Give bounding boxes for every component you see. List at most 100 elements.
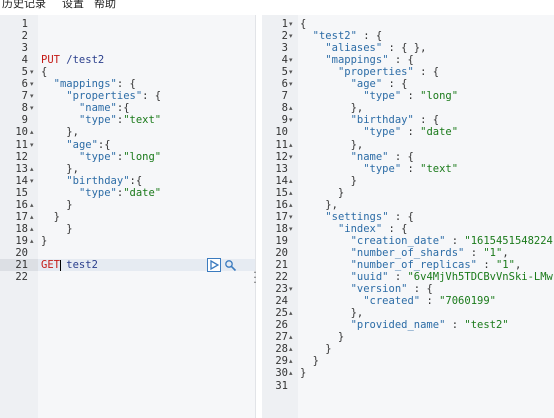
fold-collapse-icon[interactable]: ▾	[289, 151, 293, 163]
code-line[interactable]: "index" : {	[300, 223, 408, 235]
fold-expand-icon[interactable]: ▴	[30, 199, 34, 211]
fold-expand-icon[interactable]: ▴	[289, 355, 293, 367]
request-editor-pane[interactable]	[0, 15, 255, 418]
code-line[interactable]: {	[300, 18, 306, 30]
code-line[interactable]: "mappings": {	[41, 78, 136, 90]
code-line[interactable]: "type" : "date"	[300, 126, 458, 138]
code-line[interactable]: },	[300, 199, 338, 211]
fold-expand-icon[interactable]: ▴	[289, 343, 293, 355]
code-line[interactable]: "properties" : {	[300, 66, 439, 78]
code-token-str: "date"	[123, 186, 162, 199]
code-line[interactable]: }	[300, 367, 306, 379]
code-line[interactable]: "age":{	[41, 138, 111, 151]
code-line[interactable]: "test2" : {	[300, 30, 383, 42]
code-line[interactable]: "version" : {	[300, 283, 433, 295]
code-line[interactable]: },	[41, 163, 79, 175]
code-line[interactable]: "type":"text"	[41, 114, 161, 126]
fold-expand-icon[interactable]: ▴	[289, 199, 293, 211]
line-number: 4	[21, 54, 28, 67]
code-line[interactable]: "age" : {	[300, 78, 408, 91]
code-line[interactable]: "type" : "long"	[300, 90, 458, 102]
code-line[interactable]: "type":"date"	[41, 187, 161, 199]
fold-expand-icon[interactable]: ▴	[30, 211, 34, 223]
code-line[interactable]: "birthday" : {	[300, 114, 440, 126]
menu-history[interactable]: 历史记录	[2, 0, 46, 9]
fold-expand-icon[interactable]: ▴	[289, 102, 293, 114]
code-line[interactable]: }	[300, 331, 344, 343]
code-token-punc: : {	[116, 78, 136, 91]
code-line[interactable]: "type" : "text"	[300, 163, 458, 175]
code-line[interactable]: "type":"long"	[41, 151, 161, 163]
fold-collapse-icon[interactable]: ▾	[30, 139, 34, 151]
code-line[interactable]: "properties": {	[41, 90, 161, 102]
fold-expand-icon[interactable]: ▴	[30, 163, 34, 175]
fold-expand-icon[interactable]: ▴	[289, 307, 293, 319]
code-line[interactable]: },	[41, 126, 79, 138]
code-line[interactable]: "uuid" : "6v4MjVh5TDCBvVnSki-LMw",	[300, 271, 554, 283]
fold-expand-icon[interactable]: ▴	[289, 367, 293, 379]
fold-expand-icon[interactable]: ▴	[289, 331, 293, 343]
code-token-punc: :{	[97, 138, 111, 151]
vertical-dots-icon[interactable]: · · ·	[251, 267, 259, 288]
code-line[interactable]: }	[41, 199, 72, 211]
code-line[interactable]: },	[300, 102, 364, 114]
code-line[interactable]: "created" : "7060199"	[300, 295, 496, 307]
code-line[interactable]: "name" : {	[300, 151, 414, 163]
menu-help[interactable]: 帮助	[94, 0, 116, 9]
fold-collapse-icon[interactable]: ▾	[289, 78, 293, 90]
fold-expand-icon[interactable]: ▴	[30, 223, 34, 235]
fold-collapse-icon[interactable]: ▾	[30, 90, 34, 102]
fold-collapse-icon[interactable]: ▾	[289, 18, 293, 30]
menu-settings[interactable]: 设置	[62, 0, 84, 9]
code-line[interactable]: "aliases" : { },	[300, 42, 426, 54]
code-line[interactable]: }	[41, 223, 72, 235]
code-line[interactable]: "settings" : {	[300, 211, 414, 223]
fold-collapse-icon[interactable]: ▾	[289, 283, 293, 295]
code-token-key: "name"	[350, 150, 389, 163]
line-number: 6	[21, 78, 28, 91]
code-line[interactable]: }	[300, 175, 357, 187]
code-line[interactable]: PUT /test2	[41, 54, 104, 66]
code-line[interactable]: }	[41, 235, 47, 247]
fold-expand-icon[interactable]: ▴	[30, 126, 34, 138]
line-number: 26	[275, 319, 288, 332]
fold-collapse-icon[interactable]: ▾	[289, 223, 293, 235]
code-line[interactable]: }	[41, 211, 60, 223]
line-number: 24	[275, 295, 288, 308]
fold-collapse-icon[interactable]: ▾	[289, 30, 293, 42]
code-line[interactable]: {	[41, 66, 47, 78]
fold-expand-icon[interactable]: ▴	[289, 187, 293, 199]
code-line[interactable]: }	[300, 355, 319, 367]
code-line[interactable]: "number_of_shards" : "1",	[300, 247, 509, 259]
code-line[interactable]: GET test2	[41, 259, 98, 271]
code-line[interactable]: "creation_date" : "1615451548224",	[300, 235, 554, 247]
code-line[interactable]: "mappings" : {	[300, 54, 414, 66]
code-line[interactable]: }	[300, 187, 344, 199]
code-token-punc: : {	[413, 66, 440, 79]
fold-collapse-icon[interactable]: ▾	[30, 175, 34, 187]
code-token-punc: : {	[382, 78, 408, 91]
code-line[interactable]: "birthday":{	[41, 175, 142, 187]
fold-collapse-icon[interactable]: ▾	[30, 78, 34, 90]
run-request-button[interactable]	[207, 258, 221, 272]
code-line[interactable]: "name":{	[41, 102, 130, 114]
fold-collapse-icon[interactable]: ▾	[289, 211, 293, 223]
request-settings-button[interactable]	[223, 258, 237, 272]
fold-expand-icon[interactable]: ▴	[30, 235, 34, 247]
code-line[interactable]: },	[300, 139, 364, 151]
code-line[interactable]: "number_of_replicas" : "1",	[300, 259, 522, 271]
fold-collapse-icon[interactable]: ▾	[289, 114, 293, 126]
code-line[interactable]: }	[300, 343, 331, 355]
code-token-str: "1"	[483, 246, 503, 259]
fold-collapse-icon[interactable]: ▾	[289, 54, 293, 66]
code-token-punc: ,	[514, 259, 522, 271]
fold-collapse-icon[interactable]: ▾	[30, 66, 34, 78]
fold-expand-icon[interactable]: ▴	[289, 175, 293, 187]
code-line[interactable]: "provided_name" : "test2"	[300, 319, 509, 331]
fold-collapse-icon[interactable]: ▾	[30, 102, 34, 114]
fold-expand-icon[interactable]: ▴	[289, 139, 293, 151]
code-line[interactable]: },	[300, 307, 364, 319]
fold-collapse-icon[interactable]: ▾	[289, 66, 293, 78]
